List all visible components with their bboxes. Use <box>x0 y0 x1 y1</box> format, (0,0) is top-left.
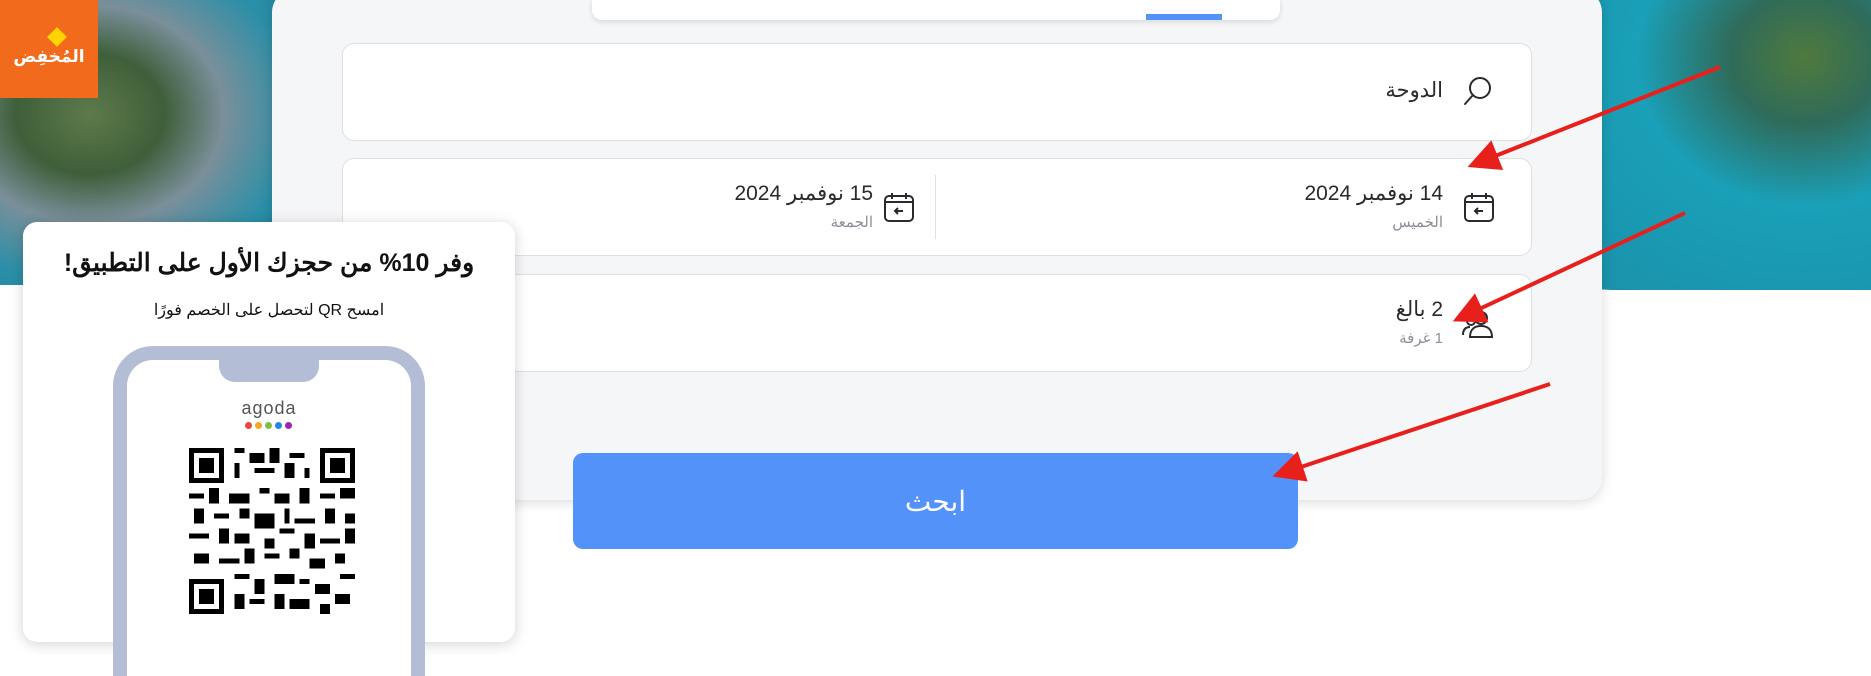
checkout-date-value: 15 نوفمبر 2024 <box>734 182 873 205</box>
guests-icon <box>1462 311 1494 338</box>
phone-notch <box>219 358 319 382</box>
promo-subtitle: امسح QR لتحصل على الخصم فورًا <box>153 302 385 319</box>
brand-logo[interactable]: المُخفِض <box>0 0 98 98</box>
search-icon <box>1464 77 1491 105</box>
adults-value: 2 بالغ <box>1395 298 1443 321</box>
agoda-dot <box>255 422 262 429</box>
agoda-dot <box>265 422 272 429</box>
checkout-day-value: الجمعة <box>830 214 873 231</box>
active-tab-indicator <box>1146 14 1222 20</box>
checkin-date[interactable]: 14 نوفمبر 2024 الخميس <box>937 159 1531 255</box>
agoda-dots <box>245 422 292 429</box>
rooms-value: 1 غرفة <box>1399 330 1443 347</box>
checkin-date-value: 14 نوفمبر 2024 <box>1304 182 1443 205</box>
agoda-dot <box>245 422 252 429</box>
search-button[interactable]: ابحث <box>573 453 1298 549</box>
agoda-dot <box>285 422 292 429</box>
agoda-logo: agoda <box>241 398 297 418</box>
checkin-day-value: الخميس <box>1392 214 1443 231</box>
logo-text: المُخفِض <box>13 47 85 67</box>
qr-code-icon[interactable] <box>189 448 355 614</box>
phone-mockup: agoda <box>113 346 425 676</box>
agoda-dot <box>275 422 282 429</box>
promo-title: وفر 10% من حجزك الأول على التطبيق! <box>63 249 475 277</box>
guests-field[interactable]: 2 بالغ 1 غرفة <box>342 274 1532 372</box>
logo-star-icon <box>47 27 67 47</box>
app-promo-card: وفر 10% من حجزك الأول على التطبيق! امسح … <box>23 222 515 676</box>
calendar-checkin-icon <box>1464 193 1494 222</box>
destination-field[interactable]: الدوحة <box>342 43 1532 141</box>
calendar-checkout-icon <box>884 193 914 222</box>
dates-field: 14 نوفمبر 2024 الخميس 15 نوفمبر 2024 الج… <box>342 158 1532 256</box>
search-tabbar <box>592 0 1280 20</box>
dates-divider <box>935 175 936 239</box>
destination-value: الدوحة <box>1385 79 1443 102</box>
